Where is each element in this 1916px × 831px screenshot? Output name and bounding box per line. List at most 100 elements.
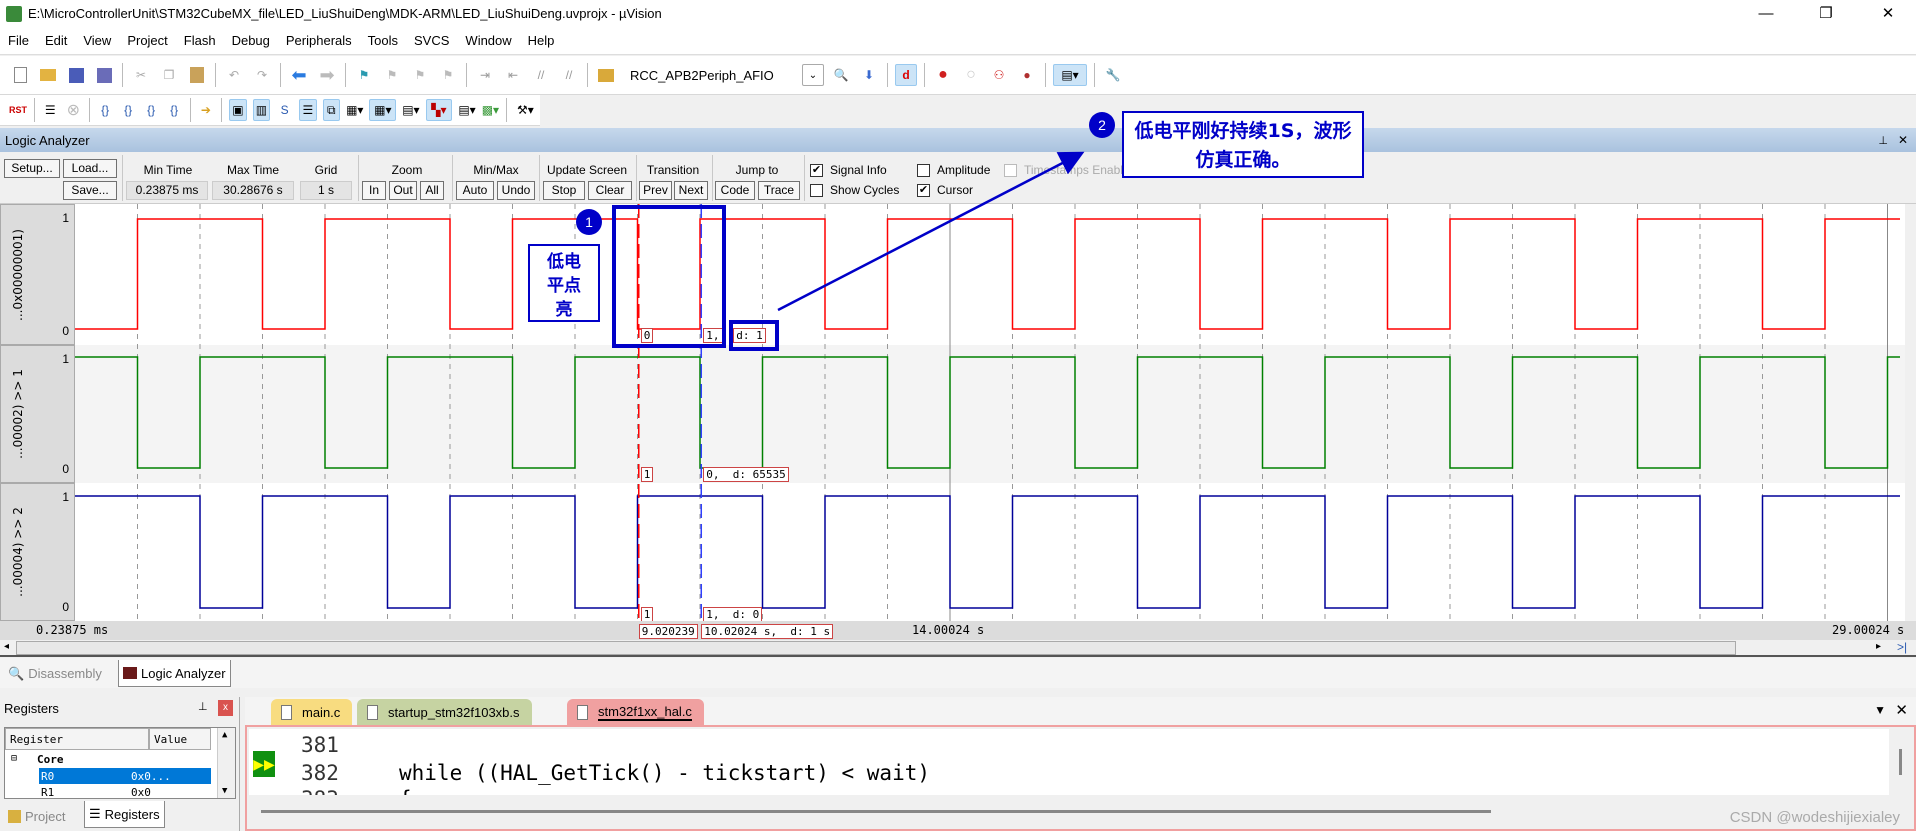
editor-tab-hal-c[interactable]: stm32f1xx_hal.c xyxy=(567,699,704,725)
stop-button[interactable]: Stop xyxy=(543,181,585,200)
step-into-icon[interactable]: {} xyxy=(97,99,114,121)
signal-label-row[interactable]: ...0x00000001) 1 0 xyxy=(0,204,75,345)
prev-bookmark-icon[interactable]: ⚑ xyxy=(381,64,403,86)
tabs-dropdown-icon[interactable]: ▼ xyxy=(1874,703,1886,717)
paste-icon[interactable] xyxy=(186,64,208,86)
kill-all-breakpoints-icon[interactable]: ● xyxy=(1016,64,1038,86)
jump-code-button[interactable]: Code xyxy=(715,181,755,200)
save-icon[interactable] xyxy=(65,64,87,86)
serial-window-icon[interactable]: ▤▾ xyxy=(402,99,419,121)
comment-icon[interactable]: // xyxy=(530,64,552,86)
close-editor-icon[interactable]: ✕ xyxy=(1895,701,1908,719)
command-window-icon[interactable]: ▣ xyxy=(229,99,247,121)
show-next-statement-icon[interactable]: ➔ xyxy=(197,99,214,121)
save-button[interactable]: Save... xyxy=(63,181,117,200)
redo-icon[interactable]: ↷ xyxy=(251,64,273,86)
undo-button[interactable]: Undo xyxy=(497,181,535,200)
registers-window-icon[interactable]: ☰ xyxy=(299,99,317,121)
signal-label-row[interactable]: ...00004) >> 2 1 0 xyxy=(0,483,75,621)
menu-tools[interactable]: Tools xyxy=(360,33,406,48)
uncomment-icon[interactable]: // xyxy=(558,64,580,86)
column-register[interactable]: Register xyxy=(5,728,149,750)
column-value[interactable]: Value xyxy=(149,728,211,750)
analysis-window-icon[interactable]: ▚▾ xyxy=(425,99,453,121)
unindent-icon[interactable]: ⇤ xyxy=(502,64,524,86)
new-file-icon[interactable] xyxy=(9,64,31,86)
register-row[interactable]: R1 0x0 xyxy=(39,785,211,798)
cut-icon[interactable]: ✂ xyxy=(130,64,152,86)
menu-peripherals[interactable]: Peripherals xyxy=(278,33,360,48)
toolbox-icon[interactable]: ⚒▾ xyxy=(514,99,537,121)
debug-session-icon[interactable]: d xyxy=(895,64,917,86)
window-layout-icon[interactable]: ▤▾ xyxy=(1053,64,1087,86)
breakpoint-icon[interactable]: ● xyxy=(932,64,954,86)
undo-icon[interactable]: ↶ xyxy=(223,64,245,86)
close-button[interactable]: ✕ xyxy=(1865,0,1911,27)
code-line[interactable]: while ((HAL_GetTick() - tickstart) < wai… xyxy=(399,761,930,785)
indent-icon[interactable]: ⇥ xyxy=(474,64,496,86)
editor-tab-main-c[interactable]: main.c xyxy=(271,699,353,725)
scroll-left-icon[interactable]: ◂ xyxy=(4,641,9,652)
watch-window-icon[interactable]: ▦▾ xyxy=(346,99,363,121)
pin-icon[interactable]: ⊥ xyxy=(1878,134,1888,147)
clear-bookmarks-icon[interactable]: ⚑ xyxy=(437,64,459,86)
code-area[interactable]: ▶▶ 381 382 383 while ((HAL_GetTick() - t… xyxy=(249,729,1889,795)
menu-window[interactable]: Window xyxy=(457,33,519,48)
incremental-find-icon[interactable]: ⬇ xyxy=(858,64,880,86)
tab-disassembly[interactable]: 🔍 Disassembly xyxy=(4,660,106,687)
code-line[interactable]: { xyxy=(399,787,412,795)
pin-icon[interactable]: ⊥ xyxy=(198,700,208,713)
signal-info-checkbox[interactable]: ✔ xyxy=(810,164,823,177)
editor-hscrollbar[interactable] xyxy=(261,810,1491,813)
stop-icon[interactable]: ⊗ xyxy=(65,99,82,121)
register-row-selected[interactable]: R0 0x0... xyxy=(39,768,211,784)
bookmark-icon[interactable]: ⚑ xyxy=(353,64,375,86)
find-combobox[interactable]: RCC_APB2Periph_AFIO xyxy=(630,68,785,83)
setup-button[interactable]: Setup... xyxy=(4,159,60,178)
nav-forward-icon[interactable]: ➡ xyxy=(316,64,338,86)
step-out-icon[interactable]: {} xyxy=(143,99,160,121)
tab-registers[interactable]: ☰ Registers xyxy=(84,801,165,828)
maximize-button[interactable]: ❐ xyxy=(1803,0,1849,27)
menu-debug[interactable]: Debug xyxy=(224,33,278,48)
menu-svcs[interactable]: SVCS xyxy=(406,33,457,48)
scroll-thumb[interactable] xyxy=(16,641,1736,655)
disable-all-breakpoints-icon[interactable]: ⚇ xyxy=(988,64,1010,86)
zoom-out-button[interactable]: Out xyxy=(389,181,417,200)
jump-trace-button[interactable]: Trace xyxy=(758,181,800,200)
register-group-core[interactable]: Core xyxy=(37,753,64,766)
zoom-in-button[interactable]: In xyxy=(362,181,386,200)
find-in-files-icon[interactable] xyxy=(595,64,617,86)
nav-back-icon[interactable]: ⬅ xyxy=(288,64,310,86)
registers-scrollbar[interactable]: ▲ ▼ xyxy=(217,728,235,798)
signal-label-row[interactable]: ...00002) >> 1 1 0 xyxy=(0,345,75,483)
find-dropdown-icon[interactable]: ⌄ xyxy=(802,64,824,86)
symbols-window-icon[interactable]: S xyxy=(276,99,293,121)
show-cycles-checkbox[interactable] xyxy=(810,184,823,197)
run-icon[interactable]: ☰ xyxy=(42,99,59,121)
clear-button[interactable]: Clear xyxy=(588,181,632,200)
find-icon[interactable]: 🔍 xyxy=(830,64,852,86)
configure-icon[interactable]: 🔧 xyxy=(1102,64,1124,86)
memory-window-icon[interactable]: ▦▾ xyxy=(369,99,397,121)
waveform-scrollbar[interactable]: ◂ ▸ >| xyxy=(0,640,1916,657)
editor-tab-startup[interactable]: startup_stm32f103xb.s xyxy=(357,699,532,725)
save-all-icon[interactable] xyxy=(93,64,115,86)
scroll-end-icon[interactable]: >| xyxy=(1897,640,1907,654)
next-transition-button[interactable]: Next xyxy=(674,181,708,200)
prev-transition-button[interactable]: Prev xyxy=(639,181,672,200)
tab-project[interactable]: Project xyxy=(4,803,69,830)
disassembly-window-icon[interactable]: ▥ xyxy=(252,99,271,121)
menu-edit[interactable]: Edit xyxy=(37,33,75,48)
menu-project[interactable]: Project xyxy=(119,33,175,48)
close-panel-icon[interactable]: ✕ xyxy=(1898,133,1908,147)
step-over-icon[interactable]: {} xyxy=(120,99,137,121)
disable-breakpoint-icon[interactable]: ○ xyxy=(960,64,982,86)
reset-icon[interactable]: RST xyxy=(9,99,27,121)
load-button[interactable]: Load... xyxy=(63,159,117,178)
tab-logic-analyzer[interactable]: Logic Analyzer xyxy=(118,660,231,687)
editor-vscrollbar[interactable] xyxy=(1899,749,1902,775)
trace-window-icon[interactable]: ▤▾ xyxy=(458,99,475,121)
menu-file[interactable]: File xyxy=(0,33,37,48)
scroll-right-icon[interactable]: ▸ xyxy=(1876,641,1881,652)
